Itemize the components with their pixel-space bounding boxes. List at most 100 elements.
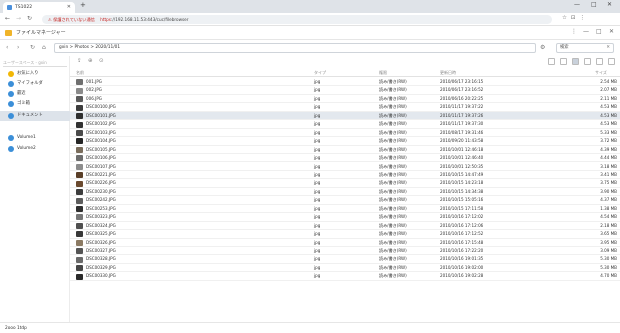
cell-date: 2010/10/15 14:34:38 [440,188,484,194]
refresh-list-icon[interactable]: ⊙ [99,58,104,64]
detail-view-icon[interactable] [572,58,579,65]
image-thumbnail-icon [76,104,83,111]
maximize-window-button[interactable]: □ [591,1,597,8]
cell-access: 読み/書き(RW) [379,222,407,228]
cell-size: 2.18 MB [600,222,617,228]
cell-access: 読み/書き(RW) [379,273,407,279]
cell-access: 読み/書き(RW) [379,138,407,144]
sidebar-item-volume1[interactable]: Volume1 [0,133,70,143]
table-row[interactable]: DSC00327.JPG jpg 読み/書き(RW) 2010/10/16 17:22… [70,247,620,256]
sidebar-item-volume2[interactable]: Volume2 [0,144,70,154]
sidebar-item-recent[interactable]: 最近 [0,89,70,99]
cell-type: jpg [314,146,321,152]
not-secure-warning[interactable]: ⚠ 保護されていない通信 [48,17,95,22]
table-row[interactable]: DSC00106.JPG jpg 読み/書き(RW) 2010/10/01 12:46… [70,154,620,163]
image-thumbnail-icon [76,163,83,170]
column-header-access[interactable]: 権限 [379,68,387,77]
image-thumbnail-icon [76,180,83,187]
cell-name: DSC00253.JPG [86,205,116,211]
back-icon[interactable]: ‹ [6,44,8,51]
cell-size: 1.38 MB [600,205,617,211]
column-header-type[interactable]: タイプ [314,68,326,77]
cell-date: 2010/10/16 17:22:20 [440,248,484,253]
app-title: ファイルマネージャー [16,30,66,36]
cell-size: 3.90 MB [600,188,617,194]
sidebar-item-trash[interactable]: ゴミ箱 [0,99,70,109]
table-row[interactable]: DSC00324.JPG jpg 読み/書き(RW) 2010/10/16 17:12… [70,222,620,231]
table-row[interactable]: DSC00253.JPG jpg 読み/書き(RW) 2010/10/15 17:11… [70,205,620,214]
table-row[interactable]: DSC00326.JPG jpg 読み/書き(RW) 2010/10/16 17:15… [70,239,620,247]
table-row[interactable]: DSC00103.JPG jpg 読み/書き(RW) 2010/08/17 19:31… [70,129,620,138]
table-row[interactable]: DSC00107.JPG jpg 読み/書き(RW) 2010/10/01 12:50… [70,163,620,171]
cell-type: jpg [314,188,321,194]
forward-icon[interactable]: › [17,44,19,51]
close-window-button[interactable]: ✕ [607,1,612,8]
more-options-button[interactable]: ⋮ [571,28,577,35]
home-icon[interactable]: ⌂ [42,44,46,51]
table-row[interactable]: DSC00329.JPG jpg 読み/書き(RW) 2010/10/16 19:02… [70,264,620,273]
new-item-icon[interactable]: ⊕ [88,58,93,64]
refresh-icon[interactable]: ↻ [30,44,35,51]
back-arrow-icon[interactable]: ← [5,15,10,22]
url-field[interactable]: ⚠ 保護されていない通信 https://192.168.11.53:443/c… [42,15,552,24]
browser-tab[interactable]: TS1022 ✕ [3,2,75,13]
cell-access: 読み/書き(RW) [379,121,407,127]
browser-extension-icons[interactable]: ☆⊡⋮ [562,15,589,21]
cell-type: jpg [314,214,321,220]
cell-date: 2010/11/17 19:37:30 [440,121,484,127]
upload-icon[interactable]: ⇪ [77,58,82,64]
column-header-date[interactable]: 更新日時 [440,68,456,77]
list-view-icon[interactable] [560,58,567,65]
image-thumbnail-icon [76,96,83,103]
clock-icon [8,91,14,97]
table-row[interactable]: DSC00230.JPG jpg 読み/書き(RW) 2010/10/15 14:34… [70,188,620,197]
search-input[interactable]: 検索 ✕ [556,43,614,53]
table-row[interactable]: DSC00221.JPG jpg 読み/書き(RW) 2010/10/15 14:47… [70,171,620,180]
table-row[interactable]: DSC00102.JPG jpg 読み/書き(RW) 2010/11/17 19:37… [70,120,620,129]
column-header-size[interactable]: サイズ [595,68,607,77]
cell-size: 3.65 MB [600,231,617,237]
table-row[interactable]: 006.JPG jpg 読み/書き(RW) 2010/06/16 20:22:25 2.… [70,95,620,104]
settings-icon[interactable]: ⚙ [540,44,545,51]
column-header-name[interactable]: 名前 [76,68,84,77]
image-thumbnail-icon [76,239,83,246]
app-minimize-button[interactable]: — [583,28,589,35]
sort-icon[interactable] [548,58,555,65]
cell-type: jpg [314,231,321,237]
disk-icon [8,146,14,152]
cell-size: 5.33 MB [600,129,617,135]
table-row[interactable]: 002.JPG jpg 読み/書き(RW) 2010/06/17 23:16:52 2.… [70,86,620,95]
table-row[interactable]: DSC00325.JPG jpg 読み/書き(RW) 2010/10/16 17:12… [70,230,620,239]
new-tab-button[interactable]: + [80,1,86,9]
clear-search-icon[interactable]: ✕ [606,44,610,52]
table-row[interactable]: DSC00242.JPG jpg 読み/書き(RW) 2010/10/15 15:05… [70,196,620,205]
cell-access: 読み/書き(RW) [379,231,407,237]
table-row[interactable]: DSC00105.JPG jpg 読み/書き(RW) 2010/10/01 12:46… [70,146,620,155]
table-row[interactable]: DSC00226.JPG jpg 読み/書き(RW) 2010/10/15 14:23… [70,179,620,188]
cell-name: DSC00323.JPG [86,214,116,220]
cell-size: 3.75 MB [600,180,617,186]
more-icon[interactable] [608,58,615,65]
app-close-button[interactable]: ✕ [609,28,614,35]
table-row[interactable]: DSC00100.JPG jpg 読み/書き(RW) 2010/11/17 19:37… [70,103,620,112]
forward-arrow-icon[interactable]: → [16,15,21,22]
reload-icon[interactable]: ↻ [27,15,32,22]
table-row[interactable]: DSC00323.JPG jpg 読み/書き(RW) 2010/10/16 17:12… [70,213,620,222]
tab-close-icon[interactable]: ✕ [67,2,71,13]
table-row[interactable]: DSC00104.JPG jpg 読み/書き(RW) 2010/09/20 11:43… [70,137,620,146]
grid-view-icon[interactable] [584,58,591,65]
minimize-window-button[interactable]: — [574,1,580,8]
cell-date: 2010/10/16 17:12:02 [440,214,484,220]
table-row[interactable]: DSC00330.JPG jpg 読み/書き(RW) 2010/10/16 19:02… [70,272,620,281]
sidebar-item-favorites[interactable]: お気に入り [0,69,70,79]
table-row[interactable]: DSC00328.JPG jpg 読み/書き(RW) 2010/10/16 19:01… [70,255,620,264]
table-row[interactable]: 001.JPG jpg 読み/書き(RW) 2010/06/17 23:16:15 2.… [70,78,620,87]
image-thumbnail-icon [76,129,83,136]
sidebar-item-documents[interactable]: ドキュメント [0,111,70,121]
sidebar-item-my-folder[interactable]: マイフォルダ [0,79,70,89]
sidebar-search-input[interactable]: ユーザースペース - gxin [3,59,67,67]
info-panel-icon[interactable] [596,58,603,65]
breadcrumb-path[interactable]: gxin > Photos > 2020/11/01 [54,43,536,53]
table-row[interactable]: DSC00101.JPG jpg 読み/書き(RW) 2010/11/17 19:37… [70,111,620,121]
app-maximize-button[interactable]: □ [596,28,602,35]
